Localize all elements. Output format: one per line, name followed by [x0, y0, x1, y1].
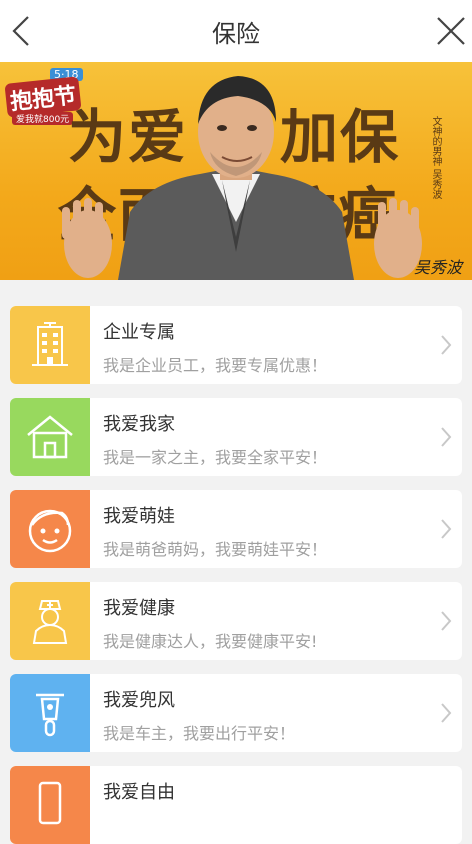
promo-banner[interactable]: 5·18 抱抱节 爱我就800元 为爱 加保 全面 防癌: [0, 62, 472, 280]
item-title: 我爱萌娃: [103, 506, 175, 527]
item-subtitle: 我是一家之主，我要全家平安！: [103, 448, 328, 467]
list-item-family[interactable]: 我爱我家 我是一家之主，我要全家平安！: [10, 398, 462, 476]
list-item-freedom[interactable]: 我爱自由: [10, 766, 462, 844]
chevron-right-icon: [441, 703, 452, 723]
chevron-right-icon: [441, 611, 452, 631]
chevron-right-icon: [441, 519, 452, 539]
phone-icon: [38, 781, 62, 825]
scooter-icon: [36, 693, 64, 737]
building-icon-tile: [10, 306, 90, 384]
nurse-icon-tile: [10, 582, 90, 660]
list-item-enterprise[interactable]: 企业专属 我是企业员工，我要专属优惠！: [10, 306, 462, 384]
page-title: 保险: [212, 20, 260, 48]
house-icon: [27, 415, 73, 459]
building-icon: [32, 322, 68, 366]
banner-side-text: 文神的男神 吴秀波: [430, 116, 441, 200]
list-item-baby[interactable]: 我爱萌娃 我是萌爸萌妈，我要萌娃平安！: [10, 490, 462, 568]
baby-face-icon-tile: [10, 490, 90, 568]
phone-icon-tile: [10, 766, 90, 844]
item-subtitle: 我是健康达人，我要健康平安!: [103, 632, 318, 651]
item-subtitle: 我是车主，我要出行平安！: [103, 724, 296, 743]
item-title: 企业专属: [103, 322, 175, 343]
list-item-ride[interactable]: 我爱兜风 我是车主，我要出行平安！: [10, 674, 462, 752]
item-title: 我爱健康: [103, 598, 175, 619]
item-title: 我爱自由: [103, 782, 175, 803]
list-item-health[interactable]: 我爱健康 我是健康达人，我要健康平安!: [10, 582, 462, 660]
chevron-right-icon: [441, 427, 452, 447]
scooter-icon-tile: [10, 674, 90, 752]
nurse-icon: [32, 600, 68, 644]
item-subtitle: 我是萌爸萌妈，我要萌娃平安！: [103, 540, 328, 559]
chevron-right-icon: [441, 335, 452, 355]
baby-face-icon: [28, 509, 72, 553]
signature: 吴秀波: [413, 258, 462, 277]
top-nav-bar: 保险: [0, 0, 472, 63]
house-icon-tile: [10, 398, 90, 476]
item-title: 我爱兜风: [103, 690, 175, 711]
close-icon[interactable]: [434, 14, 468, 48]
item-subtitle: 我是企业员工，我要专属优惠！: [103, 356, 328, 375]
item-title: 我爱我家: [103, 414, 175, 435]
